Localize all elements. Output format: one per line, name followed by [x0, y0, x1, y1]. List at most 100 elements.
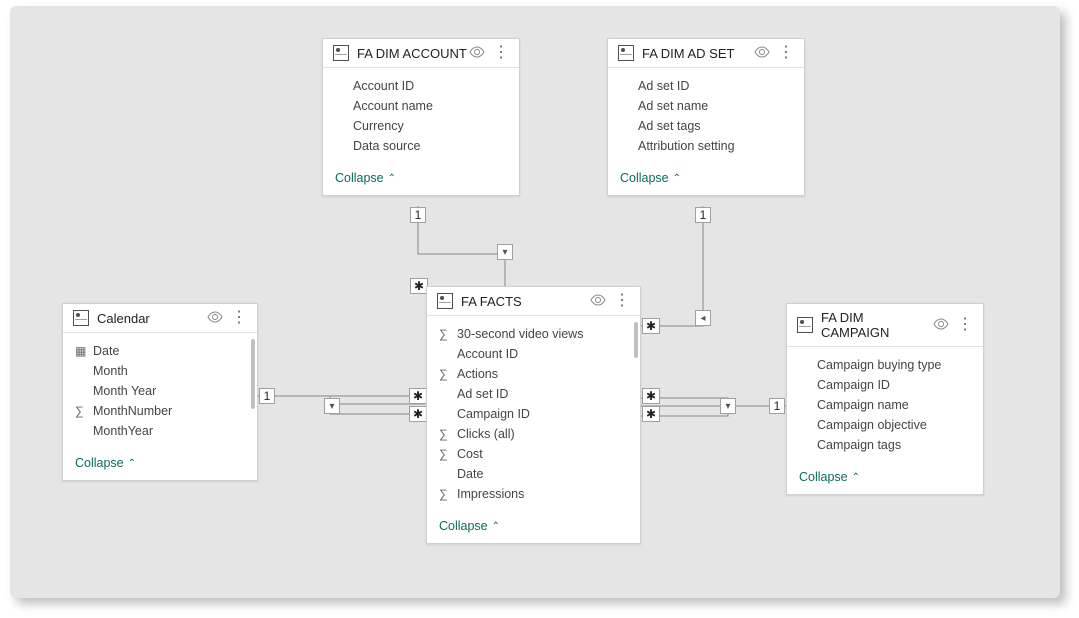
table-icon — [73, 310, 89, 326]
card-title: FA DIM CAMPAIGN — [821, 310, 933, 340]
table-card-campaign[interactable]: FA DIM CAMPAIGN ⋮ Campaign buying typeCa… — [786, 303, 984, 495]
table-card-facts[interactable]: FA FACTS ⋮ ∑30-second video viewsAccount… — [426, 286, 641, 544]
field-name: MonthYear — [93, 424, 247, 438]
card-body: ∑30-second video viewsAccount ID∑Actions… — [427, 316, 640, 512]
field-row[interactable]: Campaign ID — [427, 404, 640, 424]
field-name: Campaign objective — [817, 418, 973, 432]
table-icon — [797, 317, 813, 333]
card-body: Campaign buying type Campaign ID Campaign … — [787, 347, 983, 463]
field-name: Campaign tags — [817, 438, 973, 452]
field-row[interactable]: Attribution setting — [608, 136, 804, 156]
more-options-icon[interactable]: ⋮ — [493, 45, 509, 61]
field-row[interactable]: Ad set name — [608, 96, 804, 116]
more-options-icon[interactable]: ⋮ — [778, 45, 794, 61]
collapse-button[interactable]: Collapse ⌃ — [620, 171, 681, 185]
collapse-label: Collapse — [620, 171, 669, 185]
chevron-up-icon: ⌃ — [388, 173, 396, 184]
cardinality-facts-many-d2: ✱ — [642, 406, 660, 422]
cardinality-facts-many-b: ✱ — [642, 318, 660, 334]
field-row[interactable]: Campaign buying type — [787, 355, 983, 375]
field-name: MonthNumber — [93, 404, 247, 418]
card-title: FA DIM AD SET — [642, 46, 754, 61]
field-row[interactable]: Campaign ID — [787, 375, 983, 395]
field-name: Month Year — [93, 384, 247, 398]
field-row[interactable]: Ad set tags — [608, 116, 804, 136]
field-row[interactable]: Ad set ID — [427, 384, 640, 404]
cardinality-account-one: 1 — [410, 207, 426, 223]
card-body: Account ID Account name Currency Data sourc… — [323, 68, 519, 164]
collapse-button[interactable]: Collapse ⌃ — [75, 456, 136, 470]
field-row[interactable]: MonthYear — [63, 421, 257, 441]
field-name: Campaign ID — [817, 378, 973, 392]
more-options-icon[interactable]: ⋮ — [957, 317, 973, 333]
card-body: Ad set ID Ad set name Ad set tagsAttributi… — [608, 68, 804, 164]
field-row[interactable]: Month Year — [63, 381, 257, 401]
cardinality-facts-many-c2: ✱ — [409, 406, 427, 422]
field-row[interactable]: Campaign name — [787, 395, 983, 415]
table-icon — [333, 45, 349, 61]
field-row[interactable]: Account ID — [323, 76, 519, 96]
field-name: 30-second video views — [457, 327, 630, 341]
collapse-button[interactable]: Collapse ⌃ — [335, 171, 396, 185]
field-row[interactable]: Campaign tags — [787, 435, 983, 455]
card-title: Calendar — [97, 311, 207, 326]
field-row[interactable]: ∑MonthNumber — [63, 401, 257, 421]
field-name: Account name — [353, 99, 509, 113]
date-icon: ▦ — [75, 344, 93, 358]
cardinality-campaign-one: 1 — [769, 398, 785, 414]
visibility-icon[interactable] — [469, 46, 485, 61]
more-options-icon[interactable]: ⋮ — [614, 293, 630, 309]
cardinality-facts-many-d1: ✱ — [642, 388, 660, 404]
visibility-icon[interactable] — [933, 318, 949, 333]
field-row[interactable]: ∑30-second video views — [427, 324, 640, 344]
field-name: Cost — [457, 447, 630, 461]
field-row[interactable]: ∑Cost — [427, 444, 640, 464]
sigma-icon: ∑ — [439, 427, 457, 441]
more-options-icon[interactable]: ⋮ — [231, 310, 247, 326]
table-card-calendar[interactable]: Calendar ⋮ ▦DateMonthMonth Year∑MonthNum… — [62, 303, 258, 481]
direction-arrow-account: ▾ — [497, 244, 513, 260]
collapse-label: Collapse — [75, 456, 124, 470]
chevron-up-icon: ⌃ — [128, 458, 136, 469]
field-name: Ad set name — [638, 99, 794, 113]
card-title: FA DIM ACCOUNT — [357, 46, 469, 61]
field-name: Account ID — [457, 347, 630, 361]
visibility-icon[interactable] — [590, 294, 606, 309]
visibility-icon[interactable] — [207, 311, 223, 326]
table-card-account[interactable]: FA DIM ACCOUNT ⋮ Account ID Account name C… — [322, 38, 520, 196]
sigma-icon: ∑ — [75, 404, 93, 418]
card-header: Calendar ⋮ — [63, 304, 257, 333]
visibility-icon[interactable] — [754, 46, 770, 61]
field-row[interactable]: Data source — [323, 136, 519, 156]
table-card-adset[interactable]: FA DIM AD SET ⋮ Ad set IDAd set nameAd s… — [607, 38, 805, 196]
card-header: FA FACTS ⋮ — [427, 287, 640, 316]
field-row[interactable]: ∑Impressions — [427, 484, 640, 504]
collapse-button[interactable]: Collapse ⌃ — [439, 519, 500, 533]
field-name: Ad set ID — [638, 79, 794, 93]
field-row[interactable]: Campaign objective — [787, 415, 983, 435]
field-name: Data source — [353, 139, 509, 153]
field-row[interactable]: ▦Date — [63, 341, 257, 361]
field-name: Account ID — [353, 79, 509, 93]
scrollbar-thumb[interactable] — [634, 322, 638, 358]
field-name: Currency — [353, 119, 509, 133]
field-row[interactable]: Month — [63, 361, 257, 381]
sigma-icon: ∑ — [439, 327, 457, 341]
collapse-button[interactable]: Collapse ⌃ — [799, 470, 860, 484]
cardinality-calendar-one: 1 — [259, 388, 275, 404]
cardinality-facts-many-c1: ✱ — [409, 388, 427, 404]
model-canvas[interactable]: 1 ▾ ✱ 1 ◂ ✱ 1 ▾ ✱ ✱ 1 ▾ ✱ ✱ FA DIM ACCOU… — [10, 6, 1060, 598]
field-name: Campaign name — [817, 398, 973, 412]
field-row[interactable]: Account name — [323, 96, 519, 116]
field-row[interactable]: Ad set ID — [608, 76, 804, 96]
sigma-icon: ∑ — [439, 487, 457, 501]
direction-arrow-campaign: ▾ — [720, 398, 736, 414]
field-row[interactable]: ∑Clicks (all) — [427, 424, 640, 444]
field-name: Date — [93, 344, 247, 358]
field-row[interactable]: Currency — [323, 116, 519, 136]
field-row[interactable]: ∑Actions — [427, 364, 640, 384]
field-row[interactable]: Date — [427, 464, 640, 484]
field-row[interactable]: Account ID — [427, 344, 640, 364]
table-icon — [437, 293, 453, 309]
scrollbar-thumb[interactable] — [251, 339, 255, 409]
